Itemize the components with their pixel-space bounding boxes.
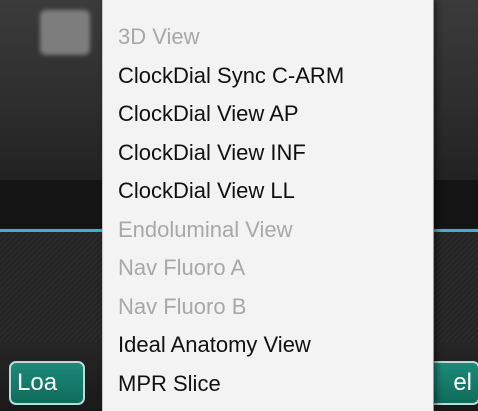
menu-item-3d-view: 3D View xyxy=(118,24,200,49)
menu-item-ideal-anatomy-view[interactable]: Ideal Anatomy View xyxy=(103,326,433,365)
menu-item-clockdial-sync-c-arm[interactable]: ClockDial Sync C-ARM xyxy=(103,57,433,96)
app-window: Loa el 3D View ClockDial Sync C-ARM ClockD… xyxy=(0,0,478,411)
load-button[interactable]: Loa xyxy=(9,361,85,405)
menu-item-endoluminal-view: Endoluminal View xyxy=(118,216,293,242)
menu-item-mpr-slice[interactable]: MPR Slice xyxy=(103,365,433,404)
menu-item-nav-fluoro-b: Nav Fluoro B xyxy=(118,293,247,319)
menu-item-clockdial-view-ap[interactable]: ClockDial View AP xyxy=(103,95,433,134)
menu-item-nav-fluoro-a: Nav Fluoro A xyxy=(118,255,246,280)
viewport-image-fragment xyxy=(40,10,90,55)
menu-item-clockdial-view-ll[interactable]: ClockDial View LL xyxy=(103,172,433,211)
view-dropdown-menu: 3D View ClockDial Sync C-ARM ClockDial Vie… xyxy=(102,0,434,411)
menu-item-list: 3D View ClockDial Sync C-ARM ClockDial Vie… xyxy=(103,18,433,403)
menu-item-clockdial-view-inf[interactable]: ClockDial View INF xyxy=(103,134,433,173)
